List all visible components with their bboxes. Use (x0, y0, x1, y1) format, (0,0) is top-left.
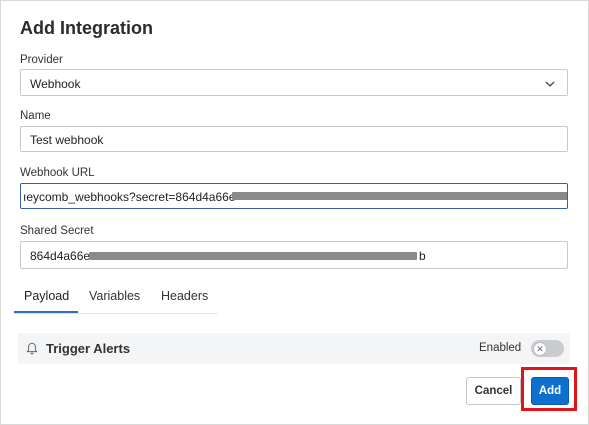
enabled-label: Enabled (479, 342, 522, 354)
dialog-title: Add Integration (20, 18, 153, 38)
shared-secret-value-end: b (419, 249, 426, 263)
webhook-url-value: ıeycomb_webhooks?secret=864d4a66e (23, 190, 236, 204)
name-value: Test webhook (30, 133, 104, 147)
provider-value: Webhook (30, 77, 81, 91)
bell-icon (26, 342, 38, 355)
shared-secret-label: Shared Secret (20, 225, 94, 237)
chevron-down-icon (545, 81, 555, 87)
enabled-toggle[interactable]: ✕ (531, 340, 564, 357)
redaction-bar (89, 252, 417, 260)
tab-headers[interactable]: Headers (161, 289, 208, 303)
name-input[interactable]: Test webhook (20, 126, 568, 152)
webhook-url-label: Webhook URL (20, 167, 95, 179)
tab-bar: Payload Variables Headers (14, 281, 218, 314)
redaction-bar (232, 192, 567, 200)
shared-secret-value-start: 864d4a66e (30, 249, 91, 263)
tab-variables[interactable]: Variables (89, 289, 140, 303)
provider-select[interactable]: Webhook (20, 69, 568, 96)
cancel-button[interactable]: Cancel (466, 377, 521, 405)
tab-payload[interactable]: Payload (24, 289, 69, 303)
shared-secret-input[interactable]: 864d4a66e b (20, 241, 568, 269)
webhook-url-input[interactable]: ıeycomb_webhooks?secret=864d4a66e (20, 183, 568, 209)
add-button[interactable]: Add (531, 377, 569, 405)
provider-label: Provider (20, 54, 63, 66)
name-label: Name (20, 110, 51, 122)
toggle-off-icon: ✕ (533, 341, 547, 356)
add-integration-dialog: Add Integration Provider Webhook Name Te… (0, 0, 589, 425)
active-tab-indicator (14, 311, 78, 313)
trigger-alerts-section[interactable]: Trigger Alerts Enabled ✕ (18, 333, 570, 364)
trigger-alerts-title: Trigger Alerts (46, 341, 131, 356)
